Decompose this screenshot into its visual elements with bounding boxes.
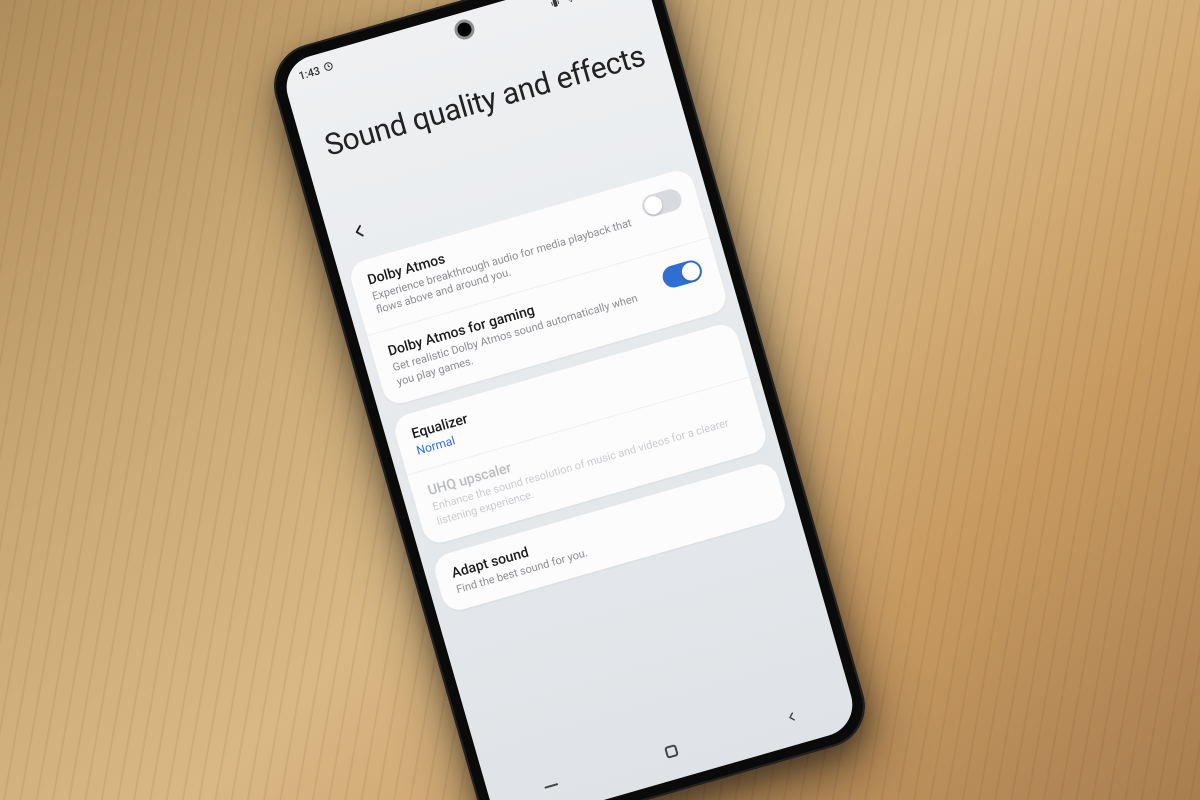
nav-home-button[interactable] (649, 734, 694, 768)
home-icon (664, 744, 679, 759)
phone-screen: 1:43 68% (279, 0, 860, 800)
vibrate-icon (549, 0, 563, 10)
nav-recent-button[interactable] (528, 769, 573, 800)
phone-frame: 1:43 68% (264, 0, 875, 800)
dolby-atmos-gaming-toggle[interactable] (660, 258, 705, 290)
recent-apps-icon (544, 783, 558, 789)
back-button[interactable] (338, 212, 380, 254)
nav-back-button[interactable] (769, 700, 814, 734)
chevron-left-icon (347, 219, 373, 247)
back-icon (783, 708, 800, 725)
clock-icon (322, 60, 335, 75)
dolby-atmos-toggle[interactable] (639, 186, 684, 218)
